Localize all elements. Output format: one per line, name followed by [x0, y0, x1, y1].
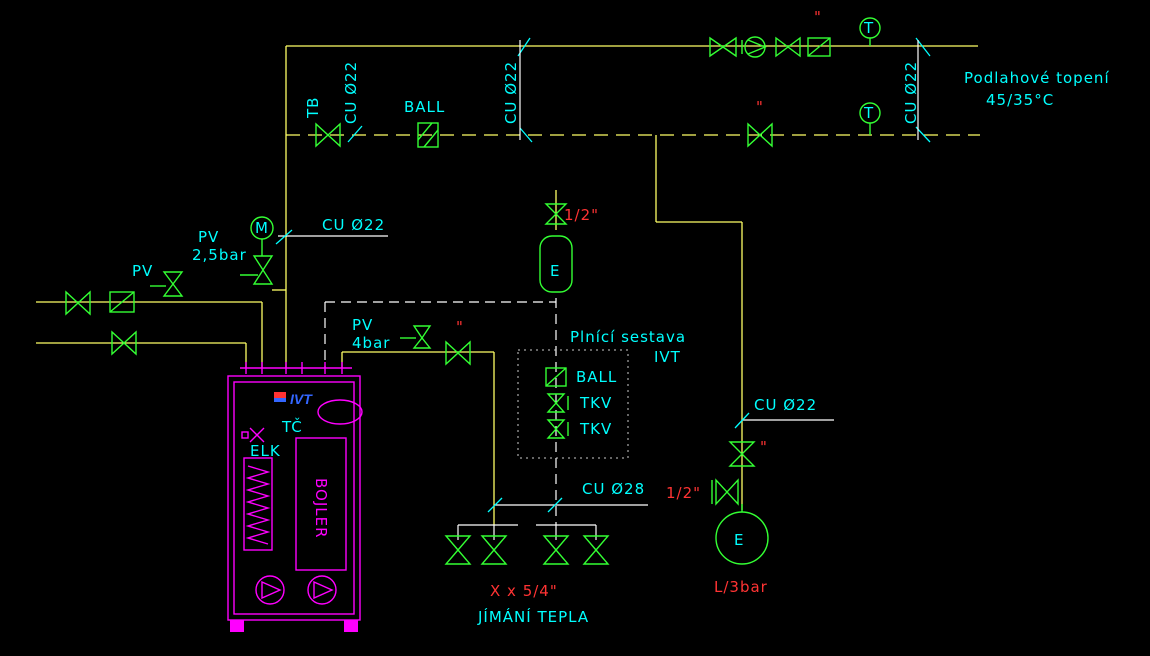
- valve-collector-4[interactable]: [582, 535, 610, 565]
- cu28-label: CU Ø28: [582, 480, 645, 498]
- pump-top[interactable]: [741, 36, 767, 58]
- pv-4-label: PV: [352, 316, 373, 334]
- valve-collector-2[interactable]: [480, 535, 508, 565]
- fill-set-ivt-label: IVT: [654, 348, 681, 366]
- svg-text:": ": [760, 438, 768, 456]
- valve-inlet-1[interactable]: [65, 290, 91, 316]
- tb-label: TB: [304, 97, 322, 119]
- expansion-vessel-bottom-label: E: [734, 531, 744, 549]
- tkv-label-2: TKV: [579, 420, 612, 438]
- ball-label: BALL: [404, 98, 445, 116]
- motor-valve[interactable]: M: [250, 216, 274, 256]
- floor-temp-label: 45/35°C: [986, 91, 1054, 109]
- ivt-logo: IVT: [290, 391, 313, 407]
- valve-half-inch[interactable]: [711, 478, 739, 506]
- check-valve-top[interactable]: [807, 37, 831, 57]
- safety-valve-pv[interactable]: [150, 271, 184, 297]
- floor-heating-label: Podlahové topení: [964, 69, 1110, 87]
- cu22-label-e: CU Ø22: [754, 396, 817, 414]
- tkv-valve-2[interactable]: [546, 419, 569, 439]
- xx54-label: X x 5/4": [490, 582, 558, 600]
- tkv-valve-1[interactable]: [546, 393, 569, 413]
- pv-main-label: PV: [132, 262, 153, 280]
- expansion-vessel-label: E: [550, 262, 560, 280]
- valve-top-2[interactable]: [775, 36, 801, 58]
- thermometer-label-2: T: [863, 104, 874, 122]
- pv-25-bar-label: 2,5bar: [192, 246, 247, 264]
- foot-left: [230, 620, 244, 632]
- l3bar-label: L/3bar: [714, 578, 768, 596]
- valve-brine[interactable]: [445, 340, 471, 366]
- svg-text:": ": [456, 318, 464, 336]
- svg-text:": ": [756, 98, 764, 116]
- pv-25-label: PV: [198, 228, 219, 246]
- tc-label: TČ: [281, 417, 303, 436]
- safety-valve-4bar[interactable]: [400, 325, 432, 349]
- schematic-canvas: T T M E E Podlahové topení 45/35°C TB BA…: [0, 0, 1150, 656]
- cu22-label-b: CU Ø22: [502, 61, 520, 124]
- thermometer-1: T: [859, 17, 881, 46]
- labels: Podlahové topení 45/35°C TB BALL CU Ø22 …: [132, 8, 1110, 626]
- thermometer-2: T: [859, 102, 881, 135]
- thermometer-label-1: T: [863, 19, 874, 37]
- valve-collector-3[interactable]: [542, 535, 570, 565]
- fill-set-label: Plnící sestava: [570, 328, 686, 346]
- expansion-vessel-bottom[interactable]: E: [715, 504, 769, 565]
- cu22-label-a: CU Ø22: [342, 61, 360, 124]
- half-inch-bottom-label: 1/2": [666, 484, 701, 502]
- foot-right: [344, 620, 358, 632]
- half-inch-top-label: 1/2": [564, 206, 599, 224]
- expansion-vessel[interactable]: E: [539, 235, 573, 293]
- motor-label: M: [255, 219, 269, 237]
- pv-4-bar-label: 4bar: [352, 334, 390, 352]
- cu22-label-d: CU Ø22: [902, 61, 920, 124]
- heat-collection-label: JÍMÁNÍ TEPLA: [477, 607, 589, 626]
- svg-text:": ": [814, 8, 822, 26]
- tkv-label-1: TKV: [579, 394, 612, 412]
- heat-pump-cabinet: [227, 375, 361, 621]
- pipe-markers: [275, 37, 931, 513]
- valve-collector-1[interactable]: [444, 535, 472, 565]
- bojler-label: BOJLER: [312, 478, 330, 539]
- cu22-label-c: CU Ø22: [322, 216, 385, 234]
- hydraulic-diagram: T T M E E Podlahové topení 45/35°C TB BA…: [36, 8, 1110, 632]
- valve-top-1[interactable]: [709, 36, 737, 58]
- elk-label: ELK: [250, 442, 281, 460]
- fill-ball-label: BALL: [576, 368, 617, 386]
- display-panel: [317, 399, 363, 425]
